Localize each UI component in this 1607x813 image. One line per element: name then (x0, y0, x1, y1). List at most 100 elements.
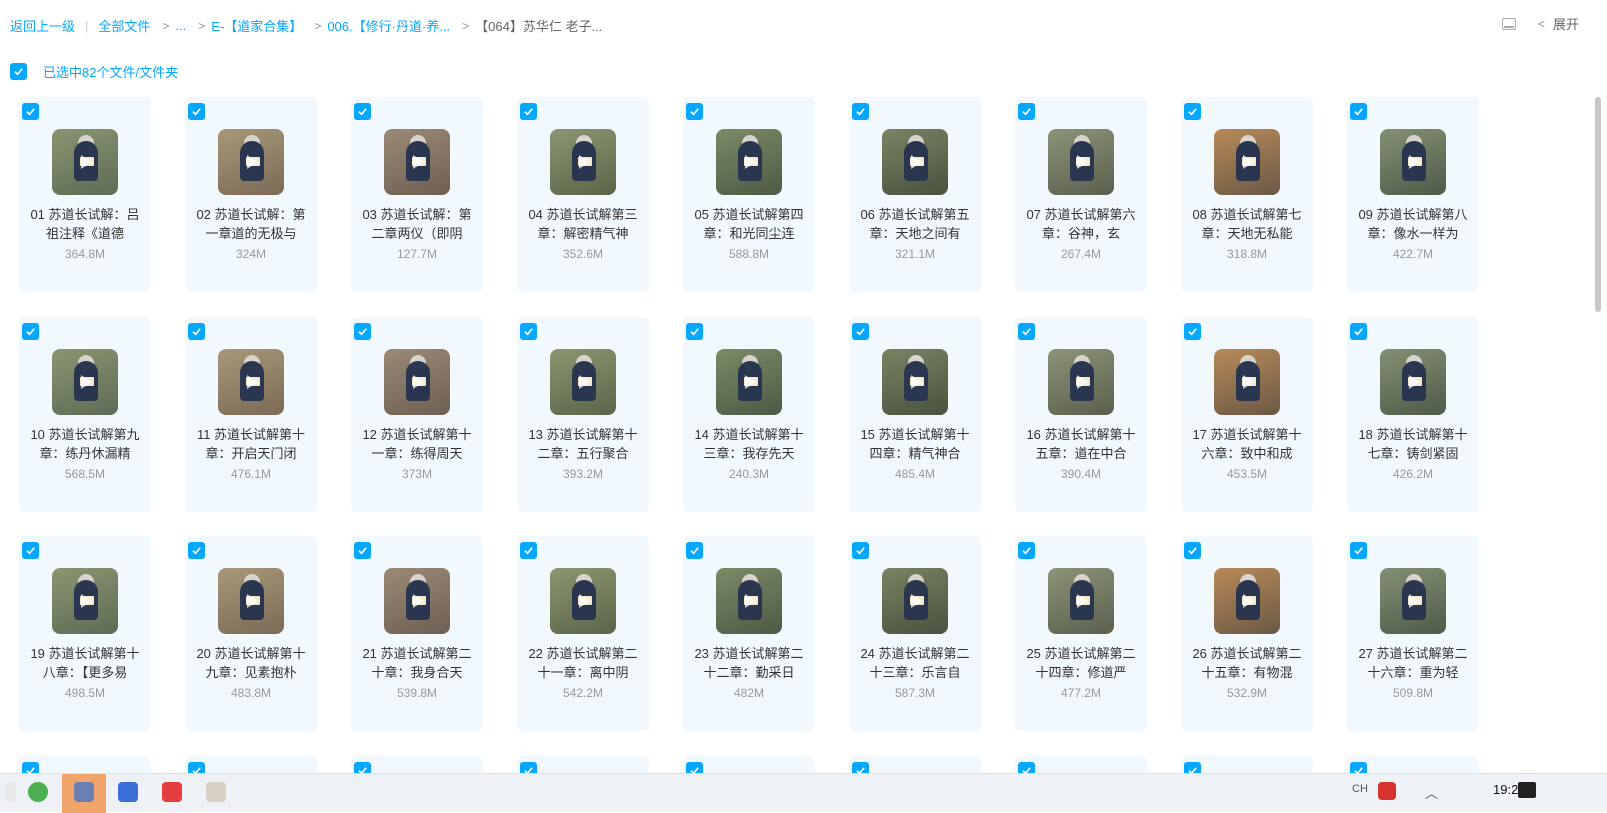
video-thumbnail[interactable] (550, 568, 616, 634)
file-checkbox[interactable] (22, 323, 39, 340)
video-thumbnail[interactable] (1380, 568, 1446, 634)
file-card[interactable]: 10 苏道长试解第九章：练丹休漏精 568.5M (19, 317, 151, 512)
video-thumbnail[interactable] (384, 349, 450, 415)
video-thumbnail[interactable] (882, 129, 948, 195)
file-card[interactable]: 27 苏道长试解第二十六章：重为轻 509.8M (1347, 536, 1479, 731)
file-checkbox[interactable] (188, 103, 205, 120)
file-checkbox[interactable] (188, 323, 205, 340)
video-thumbnail[interactable] (218, 349, 284, 415)
file-checkbox[interactable] (1184, 323, 1201, 340)
expand-button[interactable]: 展开 (1553, 14, 1579, 33)
scrollbar[interactable] (1595, 97, 1601, 312)
file-card[interactable]: 14 苏道长试解第十三章：我存先天 240.3M (683, 317, 815, 512)
video-thumbnail[interactable] (384, 129, 450, 195)
file-card[interactable]: 17 苏道长试解第十六章：致中和成 453.5M (1181, 317, 1313, 512)
breadcrumb-level2[interactable]: 006.【修行·丹道·养... (327, 16, 450, 35)
file-card[interactable]: 04 苏道长试解第三章：解密精气神 352.6M (517, 97, 649, 292)
video-thumbnail[interactable] (1214, 568, 1280, 634)
file-checkbox[interactable] (520, 542, 537, 559)
notification-icon[interactable] (1518, 782, 1536, 798)
file-card[interactable]: 08 苏道长试解第七章：天地无私能 318.8M (1181, 97, 1313, 292)
video-thumbnail[interactable] (52, 129, 118, 195)
video-thumbnail[interactable] (1048, 349, 1114, 415)
file-card[interactable]: 13 苏道长试解第十二章：五行聚合 393.2M (517, 317, 649, 512)
video-thumbnail[interactable] (882, 349, 948, 415)
file-checkbox[interactable] (686, 103, 703, 120)
video-thumbnail[interactable] (218, 129, 284, 195)
input-method-icon[interactable] (1378, 782, 1396, 800)
file-card[interactable]: 07 苏道长试解第六章：谷神，玄 267.4M (1015, 97, 1147, 292)
input-language[interactable]: CH (1352, 783, 1368, 795)
video-thumbnail[interactable] (52, 568, 118, 634)
file-checkbox[interactable] (1350, 323, 1367, 340)
file-checkbox[interactable] (354, 103, 371, 120)
file-checkbox[interactable] (852, 323, 869, 340)
back-link[interactable]: 返回上一级 (10, 16, 75, 35)
file-card[interactable]: 25 苏道长试解第二十四章：修道严 477.2M (1015, 536, 1147, 731)
file-checkbox[interactable] (852, 542, 869, 559)
file-checkbox[interactable] (1018, 542, 1035, 559)
video-thumbnail[interactable] (1214, 349, 1280, 415)
start-icon[interactable] (6, 782, 16, 802)
file-checkbox[interactable] (852, 103, 869, 120)
chevron-up-icon[interactable]: ︿ (1425, 783, 1438, 802)
file-card[interactable]: 12 苏道长试解第十一章：练得周天 373M (351, 317, 483, 512)
video-thumbnail[interactable] (1380, 349, 1446, 415)
video-thumbnail[interactable] (1380, 129, 1446, 195)
select-all-checkbox[interactable] (10, 63, 27, 80)
file-checkbox[interactable] (1350, 103, 1367, 120)
file-manager-icon[interactable] (74, 782, 94, 802)
file-card[interactable]: 19 苏道长试解第十八章：【更多易 498.5M (19, 536, 151, 731)
breadcrumb-level1[interactable]: E-【道家合集】 (211, 16, 302, 35)
file-card[interactable]: 09 苏道长试解第八章：像水一样为 422.7M (1347, 97, 1479, 292)
file-checkbox[interactable] (1184, 542, 1201, 559)
video-thumbnail[interactable] (52, 349, 118, 415)
file-checkbox[interactable] (1018, 103, 1035, 120)
file-checkbox[interactable] (1350, 542, 1367, 559)
file-card[interactable]: 02 苏道长试解：第一章道的无极与 324M (185, 97, 317, 292)
video-thumbnail[interactable] (1048, 568, 1114, 634)
video-thumbnail[interactable] (882, 568, 948, 634)
file-card[interactable]: 01 苏道长试解：吕祖注释《道德 364.8M (19, 97, 151, 292)
file-card[interactable]: 21 苏道长试解第二十章：我身合天 539.8M (351, 536, 483, 731)
video-thumbnail[interactable] (1214, 129, 1280, 195)
file-checkbox[interactable] (354, 542, 371, 559)
notes-icon[interactable] (206, 782, 226, 802)
file-card[interactable]: 18 苏道长试解第十七章：铸剑紧固 426.2M (1347, 317, 1479, 512)
video-thumbnail[interactable] (550, 349, 616, 415)
browser-icon[interactable] (118, 782, 138, 802)
file-card[interactable]: 22 苏道长试解第二十一章：离中阴 542.2M (517, 536, 649, 731)
breadcrumb-ellipsis[interactable]: ... (175, 18, 186, 33)
file-card[interactable]: 06 苏道长试解第五章：天地之间有 321.1M (849, 97, 981, 292)
video-thumbnail[interactable] (1048, 129, 1114, 195)
video-thumbnail[interactable] (716, 349, 782, 415)
file-card[interactable]: 24 苏道长试解第二十三章：乐言自 587.3M (849, 536, 981, 731)
breadcrumb-all-files[interactable]: 全部文件 (98, 16, 150, 35)
panel-toggle-icon[interactable] (1501, 17, 1516, 30)
file-checkbox[interactable] (686, 323, 703, 340)
file-card[interactable]: 15 苏道长试解第十四章：精气神合 485.4M (849, 317, 981, 512)
file-checkbox[interactable] (1018, 323, 1035, 340)
file-checkbox[interactable] (188, 542, 205, 559)
file-checkbox[interactable] (520, 323, 537, 340)
file-checkbox[interactable] (354, 323, 371, 340)
video-thumbnail[interactable] (384, 568, 450, 634)
file-card[interactable]: 23 苏道长试解第二十二章：勤采日 482M (683, 536, 815, 731)
file-card[interactable]: 16 苏道长试解第十五章：道在中合 390.4M (1015, 317, 1147, 512)
file-card[interactable]: 05 苏道长试解第四章：和光同尘连 588.8M (683, 97, 815, 292)
file-checkbox[interactable] (22, 103, 39, 120)
video-thumbnail[interactable] (550, 129, 616, 195)
file-card[interactable]: 03 苏道长试解：第二章两仪（即阴 127.7M (351, 97, 483, 292)
file-card[interactable]: 11 苏道长试解第十章：开启天门闭 476.1M (185, 317, 317, 512)
wechat-icon[interactable] (28, 782, 48, 802)
pdf-icon[interactable] (162, 782, 182, 802)
video-thumbnail[interactable] (218, 568, 284, 634)
file-checkbox[interactable] (686, 542, 703, 559)
file-checkbox[interactable] (1184, 103, 1201, 120)
file-checkbox[interactable] (520, 103, 537, 120)
file-checkbox[interactable] (22, 542, 39, 559)
video-thumbnail[interactable] (716, 129, 782, 195)
file-card[interactable]: 26 苏道长试解第二十五章：有物混 532.9M (1181, 536, 1313, 731)
file-card[interactable]: 20 苏道长试解第十九章：见素抱朴 483.8M (185, 536, 317, 731)
video-thumbnail[interactable] (716, 568, 782, 634)
